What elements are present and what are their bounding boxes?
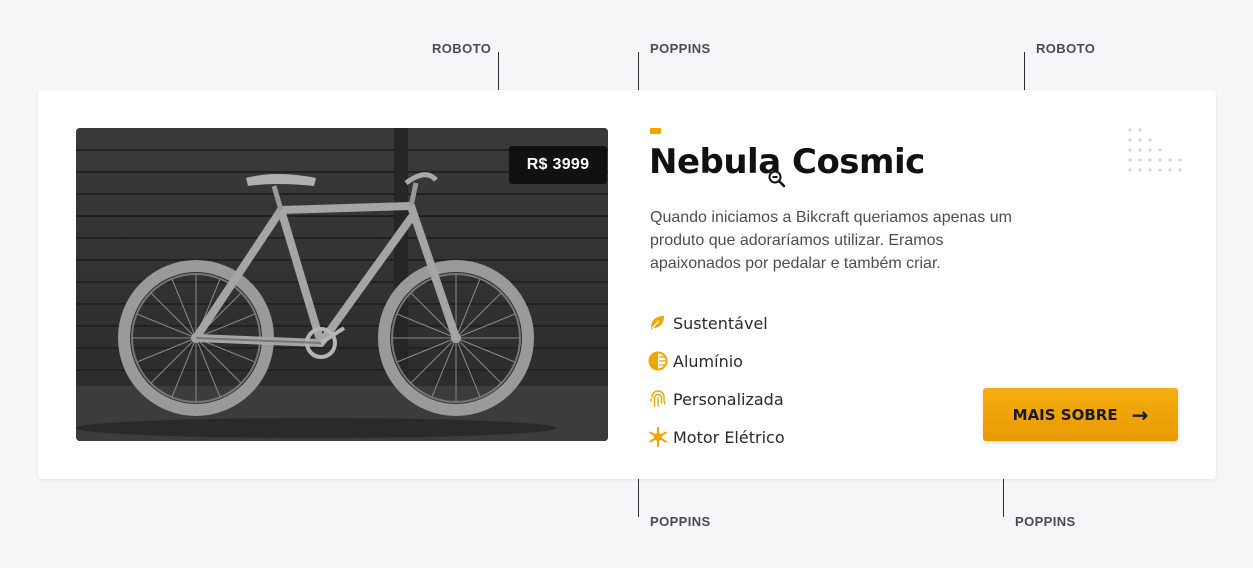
annotation-label-description-font: ROBOTO: [1036, 41, 1096, 56]
product-title: Nebula Cosmic: [649, 142, 925, 182]
product-description: Quando iniciamos a Bikcraft queriamos ap…: [650, 209, 1012, 272]
annotation-label-features-font: POPPINS: [650, 514, 711, 529]
decorative-dot-grid: [1128, 128, 1182, 172]
half-circle-icon: [648, 351, 668, 371]
accent-dash: [650, 128, 661, 134]
annotation-label-button-font: POPPINS: [1015, 514, 1076, 529]
zoom-out-cursor-icon: [768, 170, 786, 188]
feature-item: Personalizada: [648, 380, 785, 418]
snowflake-icon: [648, 427, 668, 447]
leaf-icon: [648, 313, 668, 333]
feature-label: Sustentável: [673, 313, 768, 333]
feature-item: Motor Elétrico: [648, 418, 785, 456]
feature-item: Alumínio: [648, 342, 785, 380]
price-tag: R$ 3999: [509, 146, 607, 184]
feature-label: Alumínio: [673, 351, 743, 371]
fingerprint-icon: [648, 389, 668, 409]
feature-item: Sustentável: [648, 304, 785, 342]
cta-label: MAIS SOBRE: [1012, 405, 1118, 424]
product-card: R$ 3999 Nebula Cosmic Quando iniciamos a…: [38, 90, 1216, 479]
mais-sobre-button[interactable]: MAIS SOBRE →: [983, 388, 1178, 441]
feature-list: Sustentável Alumínio Personalizada Motor…: [648, 304, 785, 456]
feature-label: Motor Elétrico: [673, 427, 785, 447]
arrow-right-icon: →: [1131, 402, 1149, 427]
annotation-label-price-font: ROBOTO: [432, 41, 492, 56]
feature-label: Personalizada: [673, 389, 784, 409]
annotation-label-title-font: POPPINS: [650, 41, 711, 56]
